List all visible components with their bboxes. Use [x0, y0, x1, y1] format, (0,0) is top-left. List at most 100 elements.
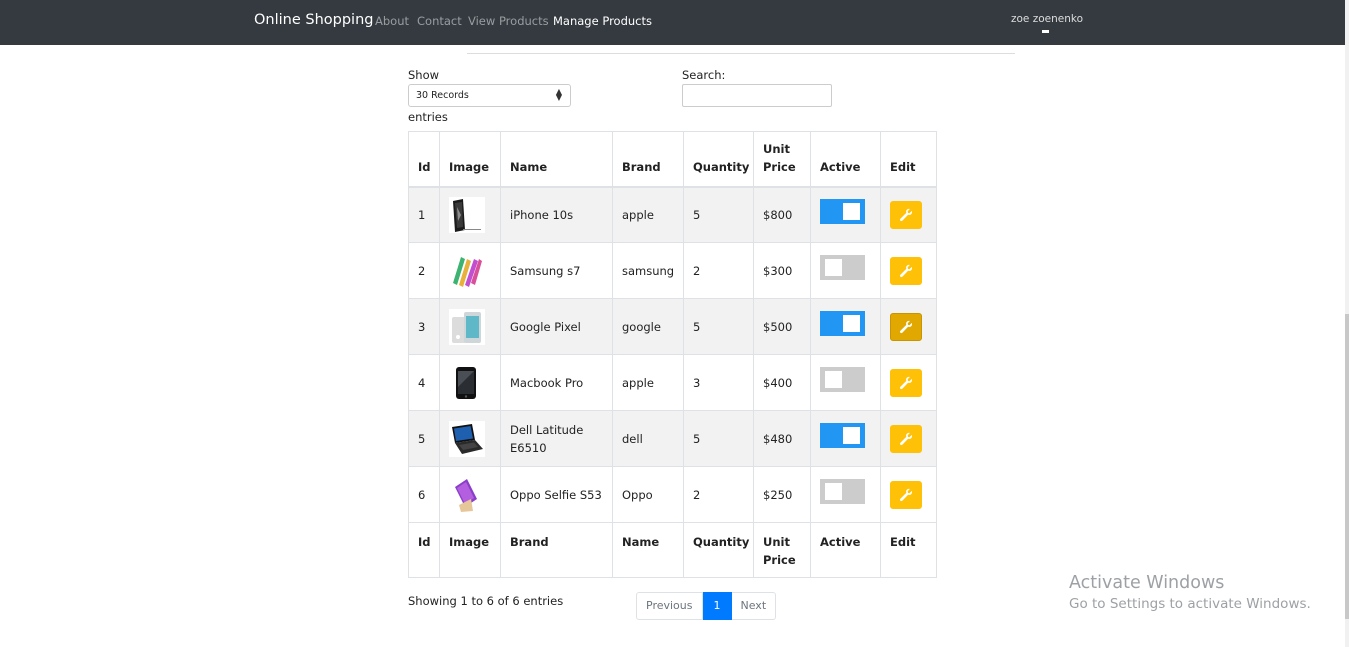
cell-id: 1 — [408, 186, 440, 243]
cell-edit — [880, 466, 937, 523]
cell-id: 6 — [408, 466, 440, 523]
cell-edit — [880, 242, 937, 299]
cell-active — [810, 410, 881, 467]
active-toggle[interactable] — [820, 255, 865, 280]
cell-price: $800 — [753, 186, 811, 243]
cell-id: 2 — [408, 242, 440, 299]
cell-id: 3 — [408, 298, 440, 355]
table-row: 4 Macbook Pro apple 3 $400 — [408, 354, 937, 411]
edit-button[interactable] — [890, 200, 922, 229]
page-1-button[interactable]: 1 — [702, 592, 732, 620]
footer-name: Name — [612, 522, 684, 578]
nav-contact[interactable]: Contact — [417, 14, 462, 28]
cell-active — [810, 186, 881, 243]
wrench-icon — [899, 488, 913, 501]
page-scrollbar[interactable] — [1345, 0, 1349, 647]
windows-activation-watermark: Activate Windows Go to Settings to activ… — [1069, 573, 1311, 612]
brand-link[interactable]: Online Shopping — [254, 12, 373, 28]
previous-page-button[interactable]: Previous — [636, 592, 703, 620]
wrench-icon — [899, 208, 913, 221]
laptop-icon — [449, 420, 485, 457]
cell-quantity: 2 — [683, 466, 754, 523]
cell-active — [810, 242, 881, 299]
user-menu[interactable]: zoe zoenenko — [1011, 13, 1083, 25]
header-active[interactable]: Active — [810, 131, 881, 188]
table-row: 3 Google Pixel google 5 $500 — [408, 298, 937, 355]
active-toggle[interactable] — [820, 423, 865, 448]
phone-icon — [449, 252, 485, 289]
active-toggle[interactable] — [820, 367, 865, 392]
header-quantity[interactable]: Quantity — [683, 131, 754, 188]
cell-edit — [880, 354, 937, 411]
watermark-title: Activate Windows — [1069, 573, 1225, 593]
phone-icon — [449, 476, 485, 513]
header-edit[interactable]: Edit — [880, 131, 937, 188]
cell-quantity: 2 — [683, 242, 754, 299]
table-row: 1 iPhone 10s apple 5 $800 — [408, 186, 937, 243]
footer-quantity: Quantity — [683, 522, 754, 578]
edit-button[interactable] — [890, 256, 922, 285]
cell-brand: samsung — [612, 242, 684, 299]
cell-brand: google — [612, 298, 684, 355]
nav-about[interactable]: About — [375, 14, 409, 28]
cell-edit — [880, 410, 937, 467]
active-toggle[interactable] — [820, 199, 865, 225]
nav-view-products[interactable]: View Products — [468, 14, 549, 28]
edit-button[interactable] — [890, 312, 922, 341]
cell-price: $500 — [753, 298, 811, 355]
wrench-icon — [899, 264, 913, 277]
cell-brand: apple — [612, 354, 684, 411]
active-toggle[interactable] — [820, 311, 865, 336]
header-brand[interactable]: Brand — [612, 131, 684, 188]
cell-name: iPhone 10s — [500, 186, 613, 243]
cell-quantity: 5 — [683, 298, 754, 355]
header-name[interactable]: Name — [500, 131, 613, 188]
cell-brand: dell — [612, 410, 684, 467]
watermark-subtitle: Go to Settings to activate Windows. — [1069, 596, 1311, 612]
cell-name: Google Pixel — [500, 298, 613, 355]
wrench-icon — [899, 376, 913, 389]
cell-image — [439, 186, 501, 243]
page-size-value: 30 Records — [416, 90, 469, 101]
next-page-button[interactable]: Next — [731, 592, 777, 620]
top-navbar: Online Shopping About Contact View Produ… — [0, 0, 1345, 45]
cell-name: Dell Latitude E6510 — [500, 410, 613, 467]
show-label: Show — [408, 68, 440, 82]
footer-edit: Edit — [880, 522, 937, 578]
cell-image — [439, 410, 501, 467]
edit-button[interactable] — [890, 368, 922, 397]
cell-image — [439, 298, 501, 355]
scrollbar-thumb[interactable] — [1345, 314, 1349, 619]
cell-quantity: 5 — [683, 186, 754, 243]
search-label: Search: — [682, 68, 726, 82]
table-header-row: Id Image Name Brand Quantity Unit Price … — [408, 131, 937, 188]
header-unit-price[interactable]: Unit Price — [753, 131, 811, 188]
cell-edit — [880, 298, 937, 355]
edit-button[interactable] — [890, 480, 922, 509]
cell-edit — [880, 186, 937, 243]
phone-icon — [449, 364, 485, 401]
cell-active — [810, 298, 881, 355]
header-id[interactable]: Id — [408, 131, 440, 188]
nav-manage-products[interactable]: Manage Products — [553, 14, 652, 28]
cell-name: Macbook Pro — [500, 354, 613, 411]
edit-button[interactable] — [890, 424, 922, 453]
cell-quantity: 3 — [683, 354, 754, 411]
header-image[interactable]: Image — [439, 131, 501, 188]
table-row: 6 Oppo Selfie S53 Oppo 2 $250 — [408, 466, 937, 523]
wrench-icon — [899, 432, 913, 445]
table-footer-row: Id Image Brand Name Quantity Unit Price … — [408, 522, 937, 578]
divider — [467, 53, 1015, 54]
cell-active — [810, 466, 881, 523]
table-row: 2 Samsung s7 samsung 2 $300 — [408, 242, 937, 299]
user-menu-caret-icon[interactable] — [1042, 30, 1049, 33]
footer-unit-price: Unit Price — [753, 522, 811, 578]
cell-brand: Oppo — [612, 466, 684, 523]
active-toggle[interactable] — [820, 479, 865, 504]
cell-id: 4 — [408, 354, 440, 411]
cell-price: $400 — [753, 354, 811, 411]
pagination: Previous 1 Next — [636, 592, 777, 620]
cell-name: Samsung s7 — [500, 242, 613, 299]
search-input[interactable] — [682, 84, 832, 107]
page-size-select[interactable]: 30 Records ▲ ▼ — [408, 84, 571, 107]
